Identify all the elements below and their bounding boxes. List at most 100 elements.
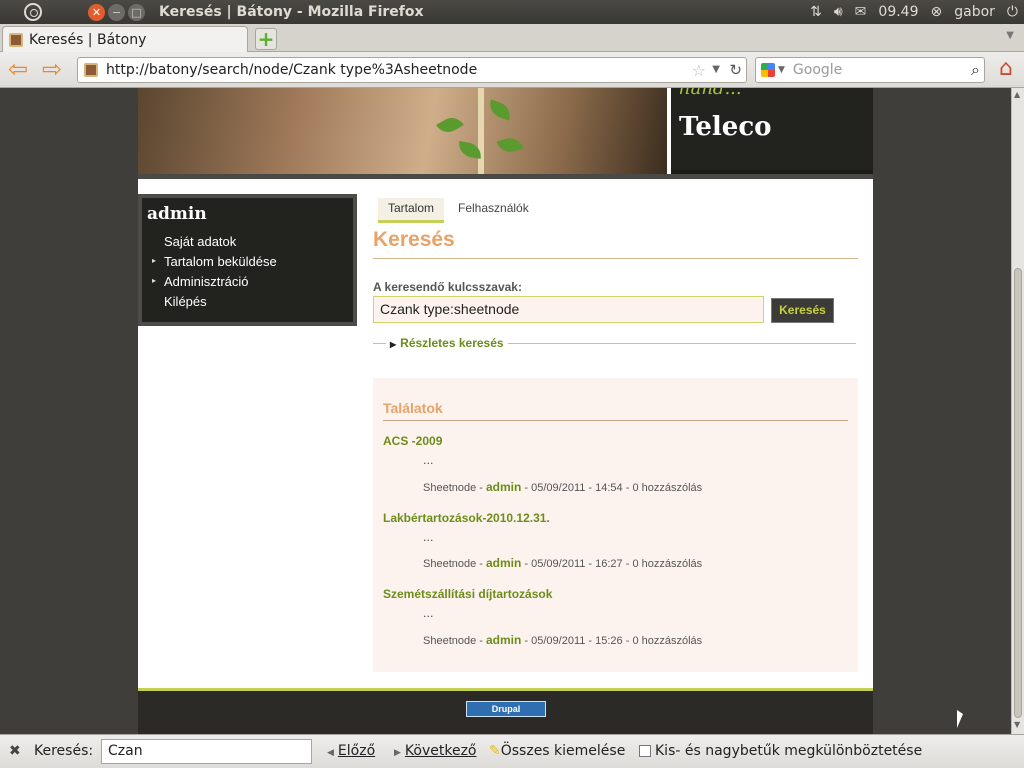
sidebar-item-submit-content[interactable]: ▸ Tartalom beküldése [152,254,277,269]
advanced-search-label: Részletes keresés [400,336,504,350]
tab-list-chevron-icon[interactable]: ▼ [1006,30,1014,41]
banner-leaf [496,135,524,155]
mail-icon[interactable]: ✉ [855,4,867,20]
ubuntu-logo-icon[interactable] [24,3,42,21]
power-icon[interactable]: ⏻ [1007,4,1018,20]
header-slogan-fragment: hand... [679,88,742,99]
search-tabs: Tartalom Felhasználók [378,198,539,223]
highlight-all-button[interactable]: ✎Összes kiemelése [489,743,625,759]
forward-arrow-icon[interactable]: ⇨ [42,56,62,82]
web-search-placeholder: Google [792,62,843,78]
scroll-thumb[interactable] [1014,268,1022,718]
home-icon[interactable]: ⌂ [994,57,1018,81]
page-footer: Drupal [138,691,873,734]
banner-stick [478,88,484,174]
expand-arrow-icon: ▸ [152,276,157,285]
page-title: Keresés [373,228,455,251]
url-text[interactable]: http://batony/search/node/Czank type%3As… [106,62,477,78]
header-banner-image [138,88,667,174]
advanced-search-toggle[interactable]: ▶ Részletes keresés [386,336,508,350]
bookmark-star-icon[interactable]: ☆ [692,61,706,80]
scroll-up-arrow-icon[interactable]: ▲ [1014,90,1020,99]
result-type: Sheetnode - [423,558,483,570]
browser-tab-label: Keresés | Bátony [29,31,147,48]
web-search-bar[interactable]: ▼ Google ⌕ [755,57,985,83]
match-case-label[interactable]: Kis- és nagybetűk megkülönböztetése [655,743,922,759]
sidebar-item-administration[interactable]: ▸ Adminisztráció [152,274,249,289]
previous-arrow-icon: ◀ [327,748,334,758]
fieldset-dash: – [375,336,381,350]
url-bar[interactable]: http://batony/search/node/Czank type%3As… [77,57,747,83]
reload-icon[interactable]: ↻ [729,61,742,79]
result-date-comments: - 05/09/2011 - 15:26 - 0 hozzászólás [524,635,703,647]
find-next-button[interactable]: ▶ Következő [394,743,477,759]
url-favicon-icon [84,63,98,77]
result-title-link[interactable]: ACS -2009 [383,434,442,448]
header-separator [138,174,873,179]
sidebar-item-own-data[interactable]: Saját adatok [164,234,236,249]
result-author-link[interactable]: admin [486,480,521,494]
search-magnifier-icon[interactable]: ⌕ [971,60,980,80]
clock[interactable]: 09.49 [878,4,918,20]
sidebar-item-label: Adminisztráció [164,274,249,289]
banner-leaf [486,99,514,121]
result-type: Sheetnode - [423,635,483,647]
system-tray: ⇅ 🔊︎ ✉ 09.49 ⊗ gabor ⏻ [810,0,1018,24]
browser-tab-bar: Keresés | Bátony + ▼ [0,24,1024,52]
result-date-comments: - 05/09/2011 - 14:54 - 0 hozzászólás [524,482,703,494]
user-status-icon[interactable]: ⊗ [931,4,943,20]
volume-icon[interactable]: 🔊︎ [834,4,843,20]
expand-arrow-icon: ▸ [152,256,157,265]
collapsed-triangle-icon: ▶ [390,340,397,349]
window-minimize-icon[interactable]: − [108,3,125,21]
result-snippet: ... [423,531,434,544]
network-icon[interactable]: ⇅ [810,4,822,20]
search-results-box: Találatok ACS -2009 ... Sheetnode - admi… [373,378,858,672]
result-author-link[interactable]: admin [486,633,521,647]
result-title-link[interactable]: Szemétszállítási díjtartozások [383,587,552,601]
search-button[interactable]: Keresés [771,298,834,323]
tab-users[interactable]: Felhasználók [448,198,539,223]
keyword-input[interactable]: Czank type:sheetnode [373,296,764,323]
banner-leaf [436,112,464,138]
back-arrow-icon[interactable]: ⇦ [8,56,28,82]
match-case-checkbox[interactable] [639,745,651,757]
highlight-all-label: Összes kiemelése [500,743,626,759]
mouse-pointer-icon [957,710,963,728]
page-scrollbar[interactable]: ▲ ▼ [1011,88,1024,734]
find-input[interactable]: Czan [101,739,312,764]
result-snippet: ... [423,607,434,620]
highlighter-icon: ✎ [489,743,501,759]
window-maximize-icon[interactable]: □ [128,3,145,21]
drupal-page: hand... Teleco admin Saját adatok ▸ Tart… [138,88,873,734]
find-previous-button[interactable]: ◀ Előző [327,743,375,759]
url-history-chevron-icon[interactable]: ▼ [712,64,720,75]
result-snippet: ... [423,454,434,467]
user-menu-block: admin Saját adatok ▸ Tartalom beküldése … [138,194,357,326]
user-name[interactable]: gabor [954,4,995,20]
result-meta: Sheetnode - admin - 05/09/2011 - 15:26 -… [423,633,702,647]
site-name[interactable]: Teleco [679,112,772,142]
sidebar-item-logout[interactable]: Kilépés [164,294,207,309]
header-brand-area: hand... Teleco [671,88,873,174]
next-arrow-icon: ▶ [394,748,401,758]
scroll-down-arrow-icon[interactable]: ▼ [1014,720,1020,729]
find-next-label: Következő [404,743,477,759]
engine-chevron-icon[interactable]: ▼ [778,65,785,75]
result-date-comments: - 05/09/2011 - 16:27 - 0 hozzászólás [524,558,703,570]
site-favicon-icon [9,32,23,47]
browser-tab[interactable]: Keresés | Bátony [2,26,248,52]
result-author-link[interactable]: admin [486,556,521,570]
user-menu-title: admin [147,204,207,224]
window-close-icon[interactable]: ✕ [88,3,105,21]
tab-content[interactable]: Tartalom [378,198,445,223]
find-close-icon[interactable]: ✖ [9,743,21,759]
powered-by-drupal-badge[interactable]: Drupal [466,701,546,717]
new-tab-button[interactable]: + [255,28,277,50]
google-engine-icon[interactable] [761,63,775,77]
title-divider [373,258,858,259]
result-title-link[interactable]: Lakbértartozások-2010.12.31. [383,511,550,525]
window-controls: ✕ − □ [88,3,145,21]
sidebar-item-label: Tartalom beküldése [164,254,277,269]
find-label: Keresés: [34,743,94,759]
